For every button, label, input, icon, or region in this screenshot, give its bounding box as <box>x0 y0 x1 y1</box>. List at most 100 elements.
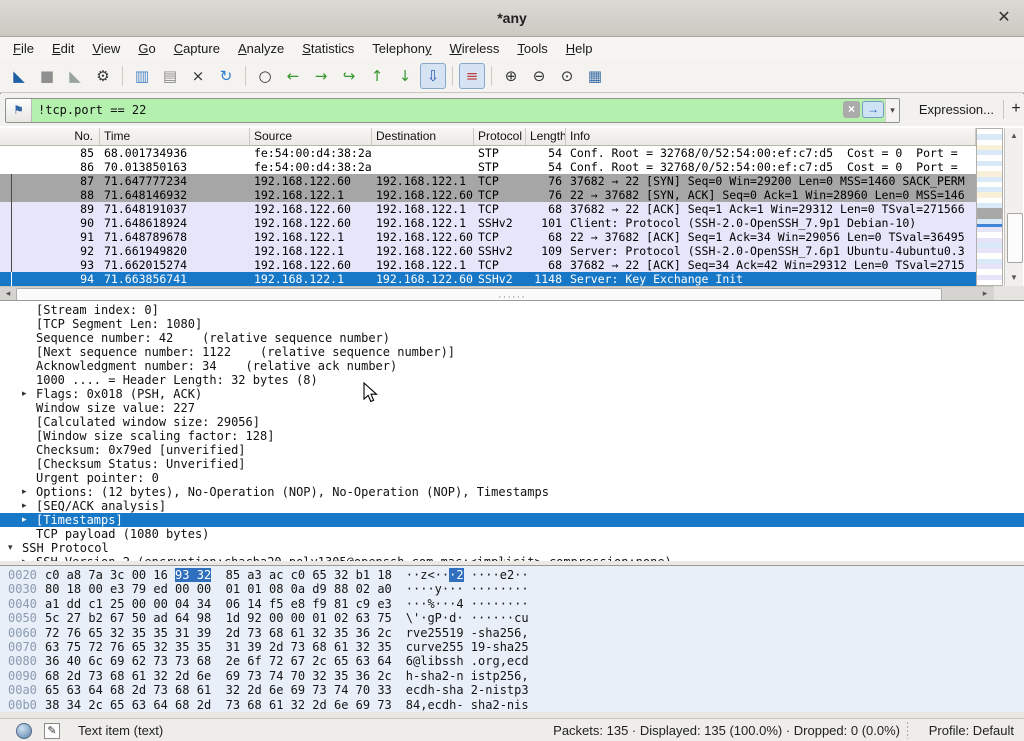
expand-arrow-icon[interactable] <box>22 415 36 429</box>
menu-item[interactable]: Go <box>129 39 164 58</box>
find-packet-button[interactable]: ○ <box>252 63 278 89</box>
detail-line[interactable]: ▸[SEQ/ACK analysis] <box>0 499 1024 513</box>
detail-line[interactable]: [Stream index: 0] <box>0 303 1024 317</box>
hex-row[interactable]: 0080 36 40 6c 69 62 73 73 68 2e 6f 72 67… <box>0 654 1024 668</box>
packet-row[interactable]: 85 68.001734936 fe:54:00:d4:38:2a STP 54… <box>0 146 976 160</box>
go-to-first-button[interactable]: ↑ <box>364 63 390 89</box>
close-file-button[interactable]: × <box>185 63 211 89</box>
column-header[interactable]: Info <box>566 128 976 145</box>
expand-arrow-icon[interactable]: ▸ <box>22 499 36 513</box>
detail-line[interactable]: [Calculated window size: 29056] <box>0 415 1024 429</box>
menu-item[interactable]: Telephony <box>363 39 440 58</box>
expand-arrow-icon[interactable] <box>22 471 36 485</box>
auto-scroll-button[interactable]: ⇩ <box>420 63 446 89</box>
expand-arrow-icon[interactable] <box>22 345 36 359</box>
menu-item[interactable]: Statistics <box>293 39 363 58</box>
menu-item[interactable]: Tools <box>508 39 556 58</box>
detail-line[interactable]: Urgent pointer: 0 <box>0 471 1024 485</box>
resize-columns-button[interactable]: ▦ <box>582 63 608 89</box>
go-forward-button[interactable]: → <box>308 63 334 89</box>
menu-item[interactable]: View <box>83 39 129 58</box>
menu-item[interactable]: Analyze <box>229 39 293 58</box>
detail-line[interactable]: 1000 .... = Header Length: 32 bytes (8) <box>0 373 1024 387</box>
reload-file-button[interactable]: ↻ <box>213 63 239 89</box>
column-header[interactable]: Time <box>100 128 250 145</box>
menu-item[interactable]: File <box>4 39 43 58</box>
pane-splitter-grip[interactable]: ······ <box>482 558 542 563</box>
add-filter-button[interactable]: + <box>1009 98 1023 120</box>
menu-item[interactable]: Help <box>557 39 602 58</box>
menu-item[interactable]: Edit <box>43 39 83 58</box>
stop-capture-button[interactable]: ■ <box>34 63 60 89</box>
scroll-left-icon[interactable]: ◂ <box>1 287 15 300</box>
column-header[interactable]: Source <box>250 128 372 145</box>
packet-row[interactable]: 89 71.648191037 192.168.122.60 192.168.1… <box>0 202 976 216</box>
zoom-in-button[interactable]: ⊕ <box>498 63 524 89</box>
detail-line[interactable]: TCP payload (1080 bytes) <box>0 527 1024 541</box>
packet-row[interactable]: 94 71.663856741 192.168.122.1 192.168.12… <box>0 272 976 286</box>
expand-arrow-icon[interactable] <box>22 331 36 345</box>
expression-button[interactable]: Expression... <box>919 102 994 117</box>
hex-row[interactable]: 0060 72 76 65 32 35 35 31 39 2d 73 68 61… <box>0 626 1024 640</box>
detail-line[interactable]: Window size value: 227 <box>0 401 1024 415</box>
hex-row[interactable]: 0070 63 75 72 76 65 32 35 35 31 39 2d 73… <box>0 640 1024 654</box>
packet-row[interactable]: 88 71.648146932 192.168.122.1 192.168.12… <box>0 188 976 202</box>
filter-dropdown-icon[interactable]: ▾ <box>885 99 899 122</box>
detail-line[interactable]: [Next sequence number: 1122 (relative se… <box>0 345 1024 359</box>
detail-line[interactable]: [TCP Segment Len: 1080] <box>0 317 1024 331</box>
detail-line[interactable]: Checksum: 0x79ed [unverified] <box>0 443 1024 457</box>
column-header[interactable]: No. <box>0 128 100 145</box>
detail-line[interactable]: ▸[Timestamps] <box>0 513 1024 527</box>
capture-options-button[interactable]: ⚙ <box>90 63 116 89</box>
expand-arrow-icon[interactable] <box>22 303 36 317</box>
filter-bookmark-icon[interactable]: ⚑ <box>6 99 32 122</box>
pane-splitter-grip[interactable]: ······ <box>482 295 542 300</box>
filter-apply-icon[interactable]: → <box>862 101 884 118</box>
expand-arrow-icon[interactable] <box>22 527 36 541</box>
packet-list-vertical-scrollbar[interactable]: ▲ ▼ <box>1004 128 1023 286</box>
vertical-scroll-thumb[interactable] <box>1007 213 1023 263</box>
start-capture-button[interactable]: ◣ <box>6 63 32 89</box>
expand-arrow-icon[interactable]: ▸ <box>22 485 36 499</box>
hex-row[interactable]: 00b0 38 34 2c 65 63 64 68 2d 73 68 61 32… <box>0 698 1024 712</box>
zoom-out-button[interactable]: ⊖ <box>526 63 552 89</box>
expand-arrow-icon[interactable]: ▸ <box>22 513 36 527</box>
expand-arrow-icon[interactable] <box>22 359 36 373</box>
packet-row[interactable]: 93 71.662015274 192.168.122.60 192.168.1… <box>0 258 976 272</box>
expand-arrow-icon[interactable] <box>22 429 36 443</box>
hex-row[interactable]: 00a0 65 63 64 68 2d 73 68 61 32 2d 6e 69… <box>0 683 1024 697</box>
filter-clear-icon[interactable]: × <box>843 101 860 118</box>
scroll-up-icon[interactable]: ▲ <box>1005 128 1023 144</box>
expert-info-icon[interactable] <box>16 723 32 739</box>
scroll-down-icon[interactable]: ▼ <box>1005 270 1023 286</box>
detail-line[interactable]: ▾SSH Protocol <box>0 541 1024 555</box>
expand-arrow-icon[interactable]: ▾ <box>8 541 22 555</box>
expand-arrow-icon[interactable] <box>22 401 36 415</box>
intelligent-scrollbar-minimap[interactable] <box>976 128 1003 286</box>
detail-line[interactable]: Acknowledgment number: 34 (relative ack … <box>0 359 1024 373</box>
packet-row[interactable]: 87 71.647777234 192.168.122.60 192.168.1… <box>0 174 976 188</box>
expand-arrow-icon[interactable] <box>22 317 36 331</box>
hex-row[interactable]: 0030 80 18 00 e3 79 ed 00 00 01 01 08 0a… <box>0 582 1024 596</box>
open-file-button[interactable]: ▥ <box>129 63 155 89</box>
filter-input[interactable]: !tcp.port == 22 <box>32 99 842 122</box>
close-window-button[interactable]: ✕ <box>994 8 1014 28</box>
detail-line[interactable]: Sequence number: 42 (relative sequence n… <box>0 331 1024 345</box>
scroll-right-icon[interactable]: ▸ <box>978 287 992 300</box>
go-back-button[interactable]: ← <box>280 63 306 89</box>
go-to-packet-button[interactable]: ↪ <box>336 63 362 89</box>
hex-row[interactable]: 0050 5c 27 b2 67 50 ad 64 98 1d 92 00 00… <box>0 611 1024 625</box>
detail-line[interactable]: ▸Options: (12 bytes), No-Operation (NOP)… <box>0 485 1024 499</box>
packet-row[interactable]: 86 70.013850163 fe:54:00:d4:38:2a STP 54… <box>0 160 976 174</box>
packet-row[interactable]: 92 71.661949820 192.168.122.1 192.168.12… <box>0 244 976 258</box>
hex-row[interactable]: 0090 68 2d 73 68 61 32 2d 6e 69 73 74 70… <box>0 669 1024 683</box>
expand-arrow-icon[interactable] <box>22 373 36 387</box>
profile-status[interactable]: Profile: Default <box>929 723 1014 738</box>
expand-arrow-icon[interactable] <box>22 443 36 457</box>
zoom-original-button[interactable]: ⊙ <box>554 63 580 89</box>
restart-capture-button[interactable]: ◣ <box>62 63 88 89</box>
hex-row[interactable]: 0020 c0 a8 7a 3c 00 16 93 32 85 a3 ac c0… <box>0 568 1024 582</box>
column-header[interactable]: Length <box>526 128 566 145</box>
colorize-button[interactable]: ≡ <box>459 63 485 89</box>
packet-row[interactable]: 90 71.648618924 192.168.122.60 192.168.1… <box>0 216 976 230</box>
